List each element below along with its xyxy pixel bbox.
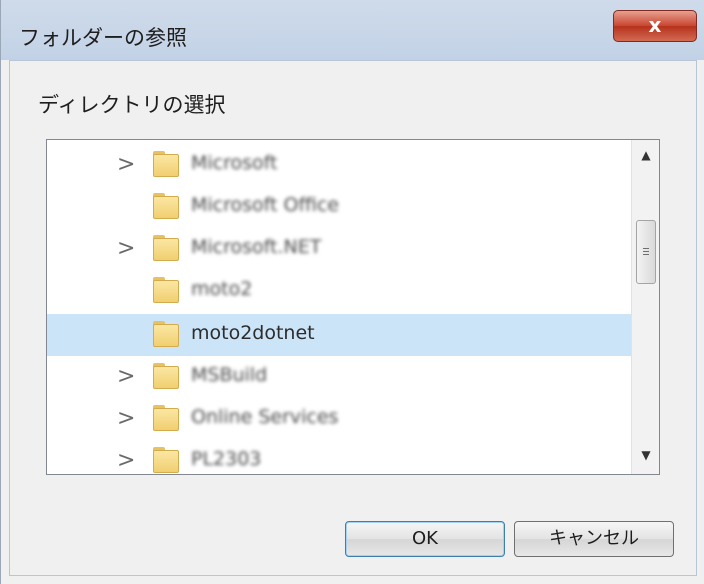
close-button[interactable]: x xyxy=(613,10,697,42)
tree-item-label: moto2dotnet xyxy=(191,322,315,344)
expand-chevron-icon[interactable]: > xyxy=(117,448,135,473)
cancel-button[interactable]: キャンセル xyxy=(514,521,674,557)
expand-chevron-icon[interactable]: > xyxy=(117,364,135,389)
tree-item-microsoft[interactable]: > Microsoft xyxy=(47,144,631,186)
folder-icon xyxy=(153,447,179,473)
folder-icon xyxy=(153,151,179,177)
grip-line xyxy=(643,248,649,249)
ok-button[interactable]: OK xyxy=(345,521,505,557)
tree-item-moto2dotnet[interactable]: moto2dotnet xyxy=(47,314,631,356)
expand-chevron-icon[interactable]: > xyxy=(117,152,135,177)
tree-item-label: Microsoft Office xyxy=(191,194,339,216)
description-label: ディレクトリの選択 xyxy=(38,93,226,117)
grip-line xyxy=(643,251,649,252)
scroll-up-icon[interactable]: ▲ xyxy=(632,140,659,170)
folder-icon xyxy=(153,405,179,431)
tree-item-label: MSBuild xyxy=(191,364,268,386)
scroll-thumb[interactable] xyxy=(636,220,656,284)
folder-icon xyxy=(153,235,179,261)
folder-browse-dialog: フォルダーの参照 x ディレクトリの選択 > Microsoft Microso… xyxy=(0,0,704,584)
dialog-title: フォルダーの参照 xyxy=(19,26,187,50)
dialog-body: ディレクトリの選択 > Microsoft Microsoft Office >… xyxy=(9,60,697,576)
tree-item-label: Microsoft.NET xyxy=(191,236,322,258)
tree-item-microsoft-office[interactable]: Microsoft Office xyxy=(47,186,631,228)
vertical-scrollbar[interactable]: ▲ ▼ xyxy=(631,140,659,474)
tree-item-label: PL2303 xyxy=(191,448,262,470)
folder-tree[interactable]: > Microsoft Microsoft Office > Microsoft… xyxy=(46,139,660,475)
tree-item-label: moto2 xyxy=(191,278,253,300)
grip-line xyxy=(643,254,649,255)
folder-icon xyxy=(153,321,179,347)
folder-icon xyxy=(153,277,179,303)
tree-item-pl2303[interactable]: > PL2303 xyxy=(47,440,631,474)
tree-item-label: Microsoft xyxy=(191,152,278,174)
tree-item-msbuild[interactable]: > MSBuild xyxy=(47,356,631,398)
title-bar[interactable]: フォルダーの参照 x xyxy=(1,0,704,60)
tree-item-microsoft-net[interactable]: > Microsoft.NET xyxy=(47,228,631,270)
scroll-down-icon[interactable]: ▼ xyxy=(632,440,659,470)
tree-item-label: Online Services xyxy=(191,406,339,428)
tree-item-online-services[interactable]: > Online Services xyxy=(47,398,631,440)
folder-icon xyxy=(153,363,179,389)
folder-icon xyxy=(153,193,179,219)
expand-chevron-icon[interactable]: > xyxy=(117,406,135,431)
close-icon: x xyxy=(648,13,662,37)
tree-item-moto2[interactable]: moto2 xyxy=(47,270,631,312)
expand-chevron-icon[interactable]: > xyxy=(117,236,135,261)
